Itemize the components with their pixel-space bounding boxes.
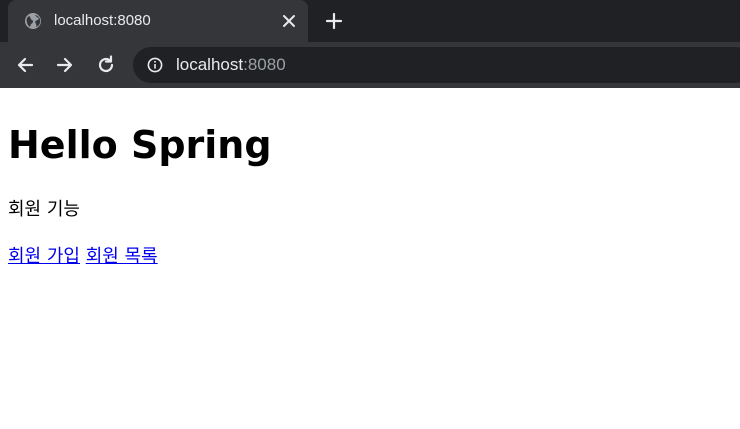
url-host: localhost bbox=[176, 55, 244, 74]
url-port: :8080 bbox=[243, 55, 286, 74]
link-row: 회원 가입 회원 목록 bbox=[8, 245, 158, 269]
plus-icon[interactable] bbox=[324, 11, 344, 31]
info-icon[interactable] bbox=[147, 57, 163, 73]
page-content: Hello Spring 회원 기능 회원 가입 회원 목록 bbox=[0, 88, 740, 429]
member-join-link[interactable]: 회원 가입 bbox=[8, 246, 80, 267]
section-label: 회원 기능 bbox=[8, 199, 80, 220]
arrow-left-icon[interactable] bbox=[14, 54, 36, 76]
browser-chrome: localhost:8080 localhost:8080 bbox=[0, 0, 740, 88]
url-text[interactable]: localhost:8080 bbox=[176, 55, 286, 75]
browser-tab[interactable]: localhost:8080 bbox=[8, 0, 308, 42]
arrow-right-icon[interactable] bbox=[54, 54, 76, 76]
tab-title: localhost:8080 bbox=[54, 12, 151, 29]
reload-icon[interactable] bbox=[95, 54, 117, 76]
globe-icon bbox=[25, 13, 41, 29]
member-list-link[interactable]: 회원 목록 bbox=[86, 246, 158, 267]
browser-toolbar: localhost:8080 bbox=[0, 42, 740, 88]
address-bar[interactable]: localhost:8080 bbox=[133, 47, 740, 83]
page-title: Hello Spring bbox=[8, 123, 272, 167]
close-icon[interactable] bbox=[280, 12, 298, 30]
tab-strip: localhost:8080 bbox=[0, 0, 740, 42]
